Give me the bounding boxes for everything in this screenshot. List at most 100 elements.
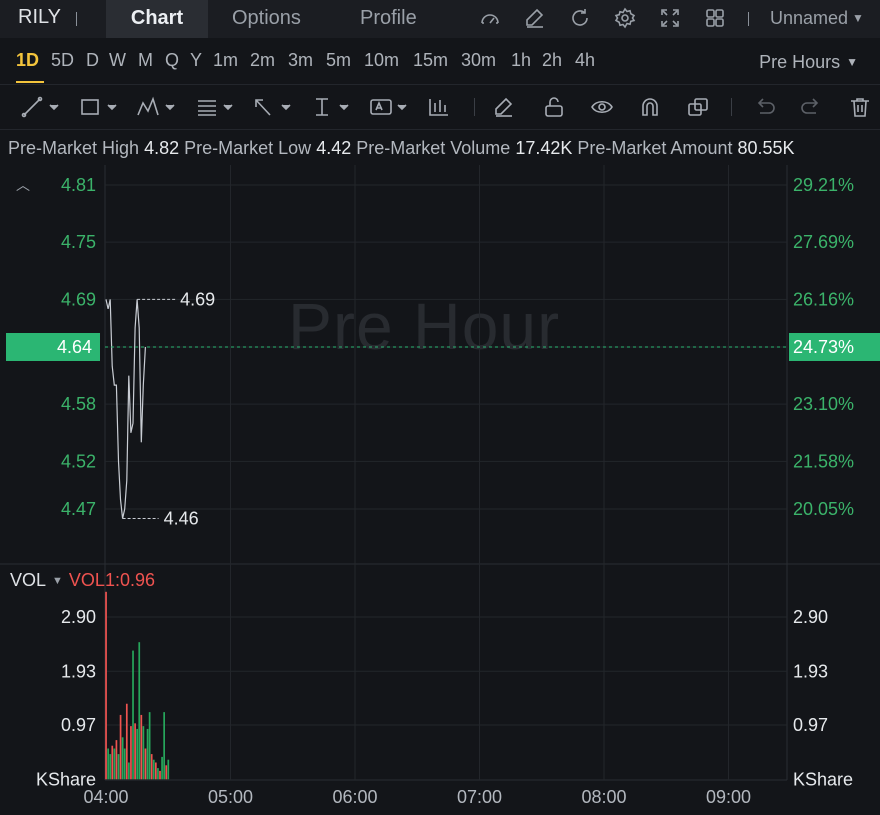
volume-bar — [128, 762, 130, 780]
measure-tool-icon[interactable] — [310, 95, 350, 119]
volume-bar — [107, 748, 109, 780]
timeframe-1d[interactable]: 1D — [16, 50, 39, 71]
volume-bar — [136, 728, 139, 780]
volume-bar — [146, 728, 149, 780]
unlock-icon[interactable] — [542, 95, 582, 119]
timeframe-y[interactable]: Y — [190, 50, 202, 71]
volume-bar — [161, 756, 163, 780]
percent-axis-label: 20.05% — [793, 499, 854, 519]
volume-bar — [123, 748, 126, 780]
drawing-toolbar — [0, 85, 880, 130]
volume-header: VOL ▼ VOL1:0.96 — [10, 570, 155, 591]
timeframe-1m[interactable]: 1m — [213, 50, 238, 71]
divider — [748, 12, 749, 26]
volume-bar — [138, 642, 141, 780]
gear-icon[interactable] — [613, 6, 637, 30]
arrow-tool-icon[interactable] — [252, 95, 292, 119]
magnet-icon[interactable] — [638, 95, 678, 119]
top-bar: RILY Chart Options Profile Unnamed ▼ — [0, 0, 880, 38]
volume-bar — [157, 768, 159, 780]
stat-amount-label: Pre-Market Amount — [577, 138, 733, 158]
timeframe-1h[interactable]: 1h — [511, 50, 531, 71]
grid-layout-icon[interactable] — [703, 6, 727, 30]
divider — [731, 98, 732, 116]
axis-layer: 4.81 29.21% 4.75 27.69% 4.69 26.16% 4.58 23.10%… — [6, 175, 880, 807]
volume-label[interactable]: VOL — [10, 570, 46, 590]
price-line — [105, 299, 146, 519]
volume-bar — [117, 754, 120, 780]
price-chart[interactable]: 4.694.46 4.81 29.21%4.75 27.69%4.69 26.16%4… — [0, 165, 880, 815]
timeframe-w[interactable]: W — [109, 50, 126, 71]
volume-indicator-value: VOL1:0.96 — [68, 570, 155, 590]
volume-axis-label-right: 1.93 — [793, 661, 828, 681]
timeframe-bar: 1D 5D D W M Q Y 1m 2m 3m 5m 10m 15m 30m … — [0, 38, 880, 85]
timeframe-d[interactable]: D — [86, 50, 99, 71]
high-marker-label: 4.69 — [180, 289, 215, 309]
premarket-stats: Pre-Market High 4.82 Pre-Market Low 4.42… — [8, 138, 795, 159]
volume-bar — [155, 762, 157, 780]
session-label: Pre Hours — [759, 52, 841, 72]
tab-profile[interactable]: Profile — [360, 0, 417, 38]
undo-icon[interactable] — [752, 95, 792, 119]
percent-axis-label: 21.58% — [793, 451, 854, 471]
stat-high-value: 4.82 — [144, 138, 180, 158]
timeframe-10m[interactable]: 10m — [364, 50, 399, 71]
eye-icon[interactable] — [590, 95, 630, 119]
caret-down-icon: ▼ — [846, 55, 858, 69]
layout-selector[interactable]: Unnamed ▼ — [770, 0, 864, 38]
fullscreen-icon[interactable] — [658, 6, 682, 30]
copy-icon[interactable] — [686, 95, 726, 119]
volume-bar — [115, 740, 118, 780]
timeframe-5m[interactable]: 5m — [326, 50, 351, 71]
text-tool-icon[interactable] — [368, 95, 408, 119]
volume-bar — [167, 759, 170, 780]
ticker-symbol[interactable]: RILY — [18, 0, 61, 34]
timeframe-2h[interactable]: 2h — [542, 50, 562, 71]
volume-bar — [125, 703, 128, 780]
volume-bar — [113, 748, 116, 780]
volume-bar — [105, 591, 107, 780]
timeframe-3m[interactable]: 3m — [288, 50, 313, 71]
redo-icon[interactable] — [800, 95, 840, 119]
price-axis-label: 4.69 — [61, 289, 96, 309]
timeframe-5d[interactable]: 5D — [51, 50, 74, 71]
volume-bar — [134, 723, 136, 780]
pencil-icon[interactable] — [492, 95, 532, 119]
time-axis-label: 05:00 — [208, 787, 253, 807]
timeframe-2m[interactable]: 2m — [250, 50, 275, 71]
price-layer: 4.69 4.46 — [105, 289, 215, 529]
volume-bar — [163, 712, 165, 780]
volume-bar — [130, 726, 132, 780]
volume-bar — [121, 737, 124, 780]
divider — [76, 12, 77, 26]
edit-icon[interactable] — [523, 6, 547, 30]
timeframe-q[interactable]: Q — [165, 50, 179, 71]
volume-bar — [159, 770, 161, 780]
current-percent-label: 24.73% — [793, 337, 854, 357]
caret-down-icon: ▼ — [852, 11, 864, 25]
volume-bar — [119, 714, 122, 780]
rectangle-tool-icon[interactable] — [78, 95, 118, 119]
volume-bar — [144, 748, 147, 780]
stat-low-label: Pre-Market Low — [184, 138, 312, 158]
volume-bar — [140, 714, 143, 780]
session-selector[interactable]: Pre Hours ▼ — [759, 52, 858, 73]
gauge-icon[interactable] — [478, 6, 502, 30]
timeframe-15m[interactable]: 15m — [413, 50, 448, 71]
volume-bar — [150, 754, 153, 780]
caret-down-icon[interactable]: ▼ — [52, 575, 63, 587]
volume-bar — [148, 712, 151, 780]
tab-options[interactable]: Options — [232, 0, 301, 38]
timeframe-30m[interactable]: 30m — [461, 50, 496, 71]
pattern-tool-icon[interactable] — [136, 95, 176, 119]
indicator-tool-icon[interactable] — [426, 95, 466, 119]
fib-tool-icon[interactable] — [194, 95, 234, 119]
tab-chart[interactable]: Chart — [106, 0, 208, 38]
timeframe-4h[interactable]: 4h — [575, 50, 595, 71]
refresh-icon[interactable] — [568, 6, 592, 30]
volume-axis-label-right: 2.90 — [793, 607, 828, 627]
timeframe-m[interactable]: M — [138, 50, 153, 71]
chart-grid — [0, 165, 880, 781]
line-tool-icon[interactable] — [20, 95, 60, 119]
trash-icon[interactable] — [848, 95, 880, 119]
